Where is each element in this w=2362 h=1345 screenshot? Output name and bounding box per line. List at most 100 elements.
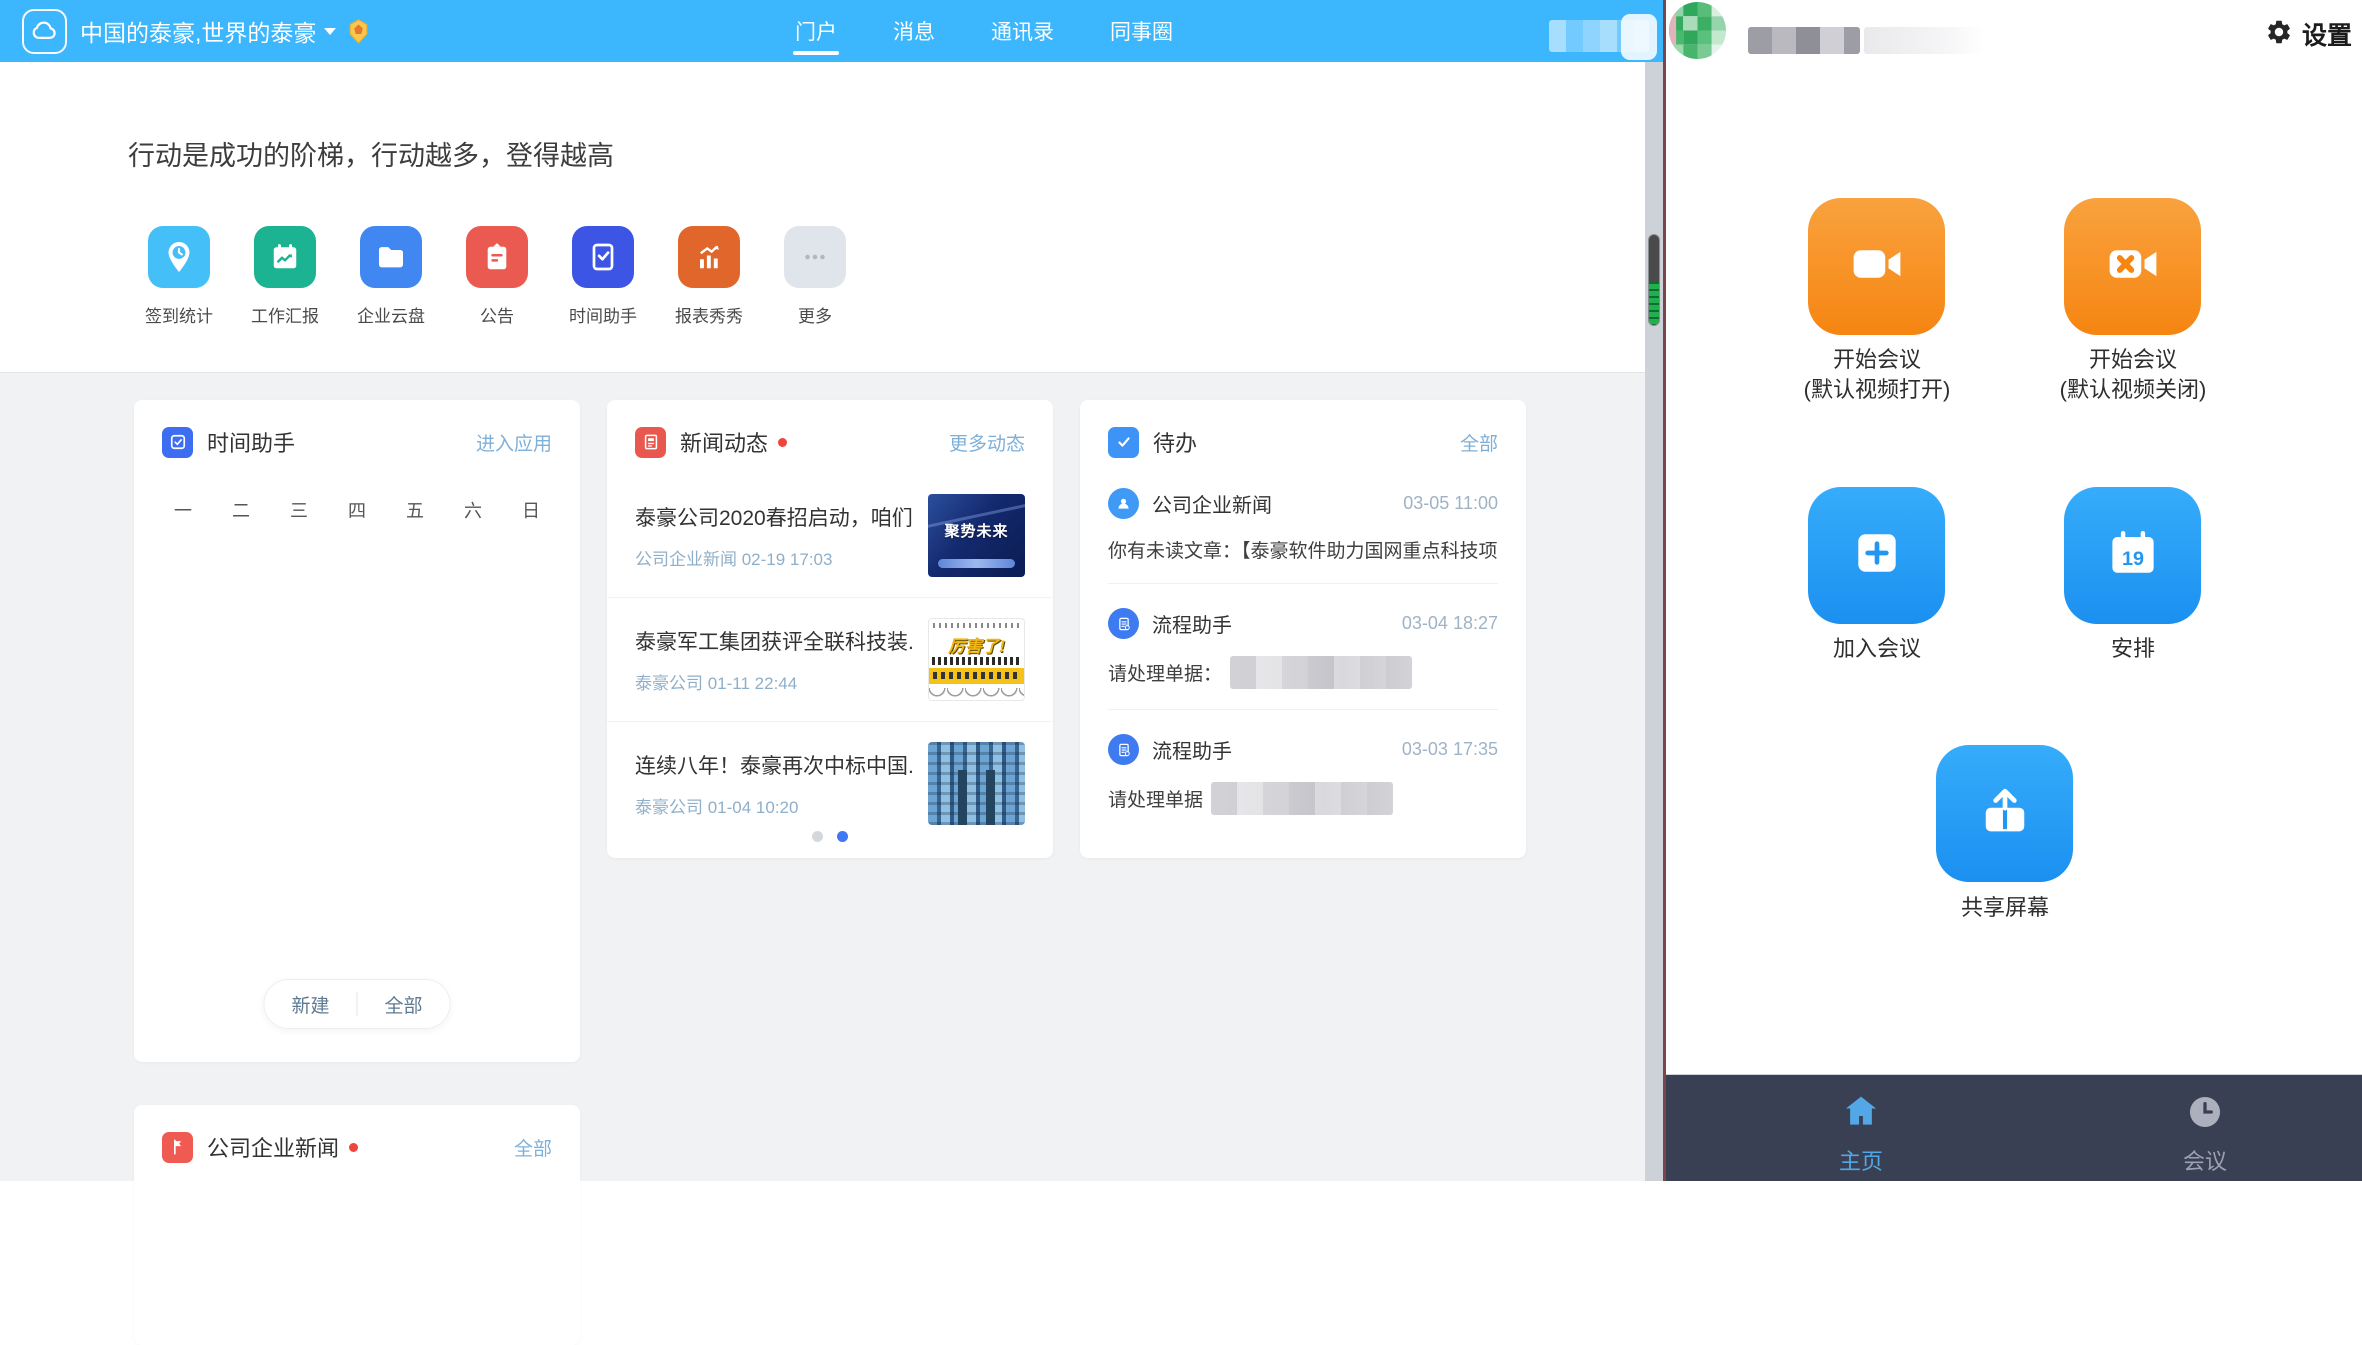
redacted-text [1211,782,1393,815]
app-checkin-stats[interactable]: 签到统计 [126,226,232,327]
app-cloud-drive[interactable]: 企业云盘 [338,226,444,327]
portal-hero: 行动是成功的阶梯，行动越多，登得越高 签到统计 工作汇报 企业云盘 [0,62,1663,372]
card-title: 时间助手 [207,426,295,458]
meeting-tabbar: 主页 会议 [1666,1074,2362,1181]
start-meeting-video-on-label: 开始会议(默认视频打开) [1747,345,2007,406]
news-thumbnail [928,742,1025,825]
join-meeting-button[interactable] [1808,487,1945,624]
app-report-show[interactable]: 报表秀秀 [656,226,762,327]
motto-text: 行动是成功的阶梯，行动越多，登得越高 [128,134,614,173]
brand-title: 中国的泰豪,世界的泰豪 [80,14,316,48]
calendar-icon: 19 [2100,520,2166,591]
app-shortcut-row: 签到统计 工作汇报 企业云盘 公告 [126,226,868,327]
all-company-news-link[interactable]: 全部 [514,1134,552,1161]
news-card: 新闻动态 更多动态 泰豪公司2020春招启动，咱们... 公司企业新闻 02-1… [607,400,1053,858]
weekday: 三 [290,497,308,523]
clipboard-icon [466,226,528,288]
app-more[interactable]: 更多 [762,226,868,327]
svg-text:19: 19 [2121,548,2143,570]
more-news-link[interactable]: 更多动态 [949,429,1025,456]
todo-list: 公司企业新闻 03-05 11:00 你有未读文章：【泰豪软件助力国网重点科技项… [1080,464,1526,835]
enter-app-link[interactable]: 进入应用 [476,429,552,456]
unread-dot [349,1143,358,1152]
check-square-icon [162,427,193,458]
settings-label: 设置 [2302,16,2352,52]
plus-icon [1844,520,1910,591]
all-events-button[interactable]: 全部 [358,991,450,1018]
tab-colleagues[interactable]: 同事圈 [1110,0,1173,62]
todo-card: 待办 全部 公司企业新闻 03-05 11:00 你有未读文章：【泰豪软件助力国… [1080,400,1526,858]
gear-icon [2265,18,2293,51]
company-news-card: 公司企业新闻 全部 [134,1105,580,1345]
more-dots-icon [784,226,846,288]
tab-messages[interactable]: 消息 [893,0,935,62]
portal-dashboard: 时间助手 进入应用 一 二 三 四 五 六 日 新建 全部 [0,372,1645,1181]
join-meeting-label: 加入会议 [1747,634,2007,664]
weekday: 一 [174,497,192,523]
pin-clock-icon [148,226,210,288]
tab-portal[interactable]: 门户 [795,0,837,62]
portal-app: 中国的泰豪,世界的泰豪 门户 消息 通讯录 同事圈 行动是成功的阶梯，行动越多，… [0,0,1663,1181]
bar-chart-icon [678,226,740,288]
card-title: 新闻动态 [680,426,768,458]
all-todos-link[interactable]: 全部 [1460,429,1498,456]
folder-icon [360,226,422,288]
news-item[interactable]: 连续八年！泰豪再次中标中国... 泰豪公司 01-04 10:20 [607,722,1053,845]
tablet-check-icon [572,226,634,288]
portal-nav: 门户 消息 通讯录 同事圈 [795,0,1173,62]
news-item[interactable]: 泰豪军工集团获评全联科技装... 泰豪公司 01-11 22:44 厉害了! [607,598,1053,721]
video-camera-icon [1844,231,1910,302]
unread-dot [778,438,787,447]
tab-home[interactable]: 主页 [1796,1091,1926,1176]
todo-item[interactable]: 流程助手 03-03 17:35 请处理单据 [1080,710,1526,835]
scrollbar-thumb[interactable] [1648,234,1660,326]
weekday: 五 [406,497,424,523]
weekday: 六 [464,497,482,523]
card-title: 待办 [1153,426,1197,458]
carousel-dot-active[interactable] [837,831,848,842]
redacted-username[interactable] [1549,20,1649,52]
form-doc-icon [1108,608,1139,639]
weekday: 四 [348,497,366,523]
news-item[interactable]: 泰豪公司2020春招启动，咱们... 公司企业新闻 02-19 17:03 聚势… [607,474,1053,597]
chevron-down-icon[interactable] [324,28,336,35]
start-meeting-video-on-button[interactable] [1808,198,1945,335]
weekday: 二 [232,497,250,523]
portal-header: 中国的泰豪,世界的泰豪 门户 消息 通讯录 同事圈 [0,0,1663,62]
cloud-logo-icon[interactable] [22,9,67,54]
scrollbar-track[interactable] [1645,62,1663,1181]
tab-contacts[interactable]: 通讯录 [991,0,1054,62]
schedule-label: 安排 [2003,634,2263,664]
video-camera-off-icon [2100,231,2166,302]
start-meeting-video-off-button[interactable] [2064,198,2201,335]
redacted-avatar[interactable] [1669,2,1726,59]
app-work-report[interactable]: 工作汇报 [232,226,338,327]
app-time-assistant[interactable]: 时间助手 [550,226,656,327]
news-thumbnail: 聚势未来 [928,494,1025,577]
new-event-button[interactable]: 新建 [264,991,356,1018]
calendar-actions: 新建 全部 [263,979,450,1029]
news-doc-icon [635,427,666,458]
todo-item[interactable]: 流程助手 03-04 18:27 请处理单据： [1080,584,1526,709]
carousel-dot[interactable] [812,831,823,842]
tab-meetings[interactable]: 会议 [2140,1091,2270,1176]
redacted-username-tail [1864,27,1984,54]
schedule-button[interactable]: 19 [2064,487,2201,624]
share-screen-icon [1972,778,2038,849]
settings-button[interactable]: 设置 [2265,16,2352,52]
check-icon [1108,427,1139,458]
user-badge-icon [1108,488,1139,519]
flag-icon [162,1132,193,1163]
meeting-app: 设置 开始会议(默认视频打开) 开始会议(默认视频关闭) 19 加入会议 安排 … [1663,0,2362,1181]
share-screen-label: 共享屏幕 [1875,893,2135,923]
time-assistant-card: 时间助手 进入应用 一 二 三 四 五 六 日 新建 全部 [134,400,580,1062]
redacted-avatar [1621,14,1657,60]
todo-item[interactable]: 公司企业新闻 03-05 11:00 你有未读文章：【泰豪软件助力国网重点科技项… [1080,464,1526,583]
carousel-dots [607,831,1053,842]
calendar-chart-icon [254,226,316,288]
form-doc-icon [1108,734,1139,765]
calendar-weekday-row: 一 二 三 四 五 六 日 [134,497,580,523]
share-screen-button[interactable] [1936,745,2073,882]
app-announcement[interactable]: 公告 [444,226,550,327]
weekday: 日 [522,497,540,523]
